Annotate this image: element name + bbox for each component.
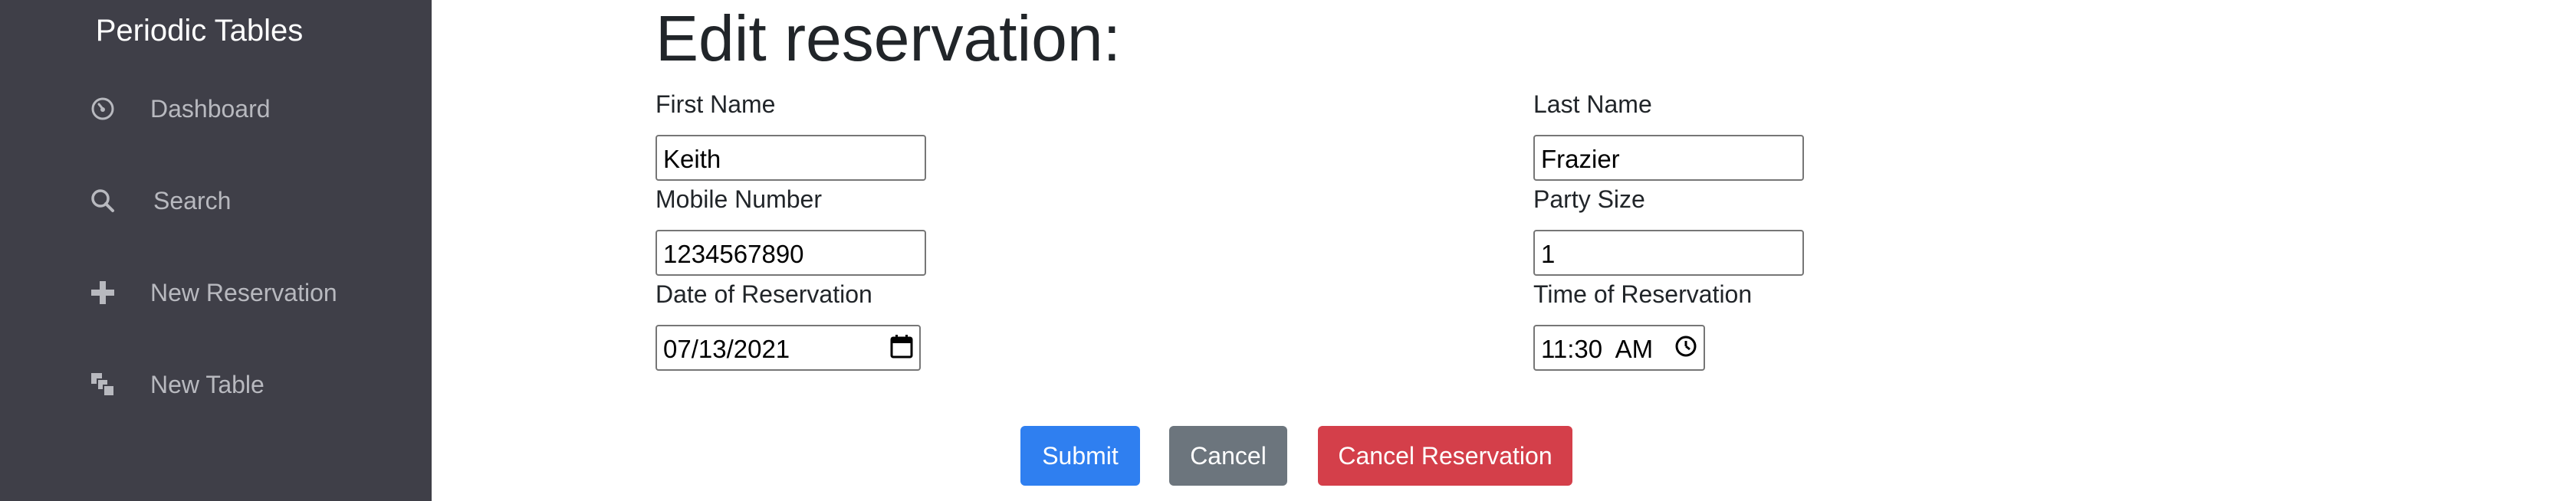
page-title: Edit reservation: (656, 2, 1121, 74)
party-size-value: 1 (1541, 240, 1556, 268)
sidebar-item-label: New Reservation (150, 278, 337, 306)
sidebar-item-search[interactable]: Search (86, 178, 231, 224)
sidebar-item-label: Dashboard (150, 94, 271, 123)
reservation-date-label: Date of Reservation (656, 280, 872, 308)
sidebar-item-label: New Table (150, 370, 264, 398)
sidebar-item-new-reservation[interactable]: New Reservation (86, 270, 337, 316)
mobile-number-input[interactable]: 1234567890 (656, 230, 926, 276)
cancel-button[interactable]: Cancel (1169, 426, 1287, 486)
search-icon (86, 184, 120, 218)
reservation-date-input[interactable]: 07/13/2021 (656, 325, 921, 371)
reservation-time-input[interactable]: 11:30 AM (1533, 325, 1705, 371)
last-name-input[interactable]: Frazier (1533, 135, 1804, 181)
brand-title[interactable]: Periodic Tables (0, 11, 399, 51)
cancel-reservation-button[interactable]: Cancel Reservation (1318, 426, 1572, 486)
sidebar-item-new-table[interactable]: New Table (86, 362, 264, 408)
first-name-value: Keith (663, 145, 721, 173)
sidebar: Periodic Tables Dashboard Search New Res… (0, 0, 432, 501)
party-size-input[interactable]: 1 (1533, 230, 1804, 276)
app-root: Periodic Tables Dashboard Search New Res… (0, 0, 2576, 501)
reservation-time-value: 11:30 AM (1541, 335, 1654, 363)
calendar-icon[interactable] (890, 334, 913, 365)
last-name-value: Frazier (1541, 145, 1620, 173)
main-content: Edit reservation: First Name Keith Last … (432, 0, 2576, 501)
first-name-label: First Name (656, 90, 776, 118)
reservation-time-label: Time of Reservation (1533, 280, 1753, 308)
last-name-label: Last Name (1533, 90, 1652, 118)
party-size-label: Party Size (1533, 185, 1645, 213)
first-name-input[interactable]: Keith (656, 135, 926, 181)
dashboard-icon (86, 92, 120, 126)
reservation-date-value: 07/13/2021 (663, 335, 790, 363)
mobile-number-label: Mobile Number (656, 185, 822, 213)
sidebar-item-label: Search (153, 186, 232, 214)
mobile-number-value: 1234567890 (663, 240, 804, 268)
sidebar-item-dashboard[interactable]: Dashboard (86, 86, 271, 132)
submit-button[interactable]: Submit (1020, 426, 1140, 486)
clock-icon[interactable] (1674, 335, 1697, 364)
plus-icon (86, 276, 120, 309)
table-icon (86, 368, 120, 401)
